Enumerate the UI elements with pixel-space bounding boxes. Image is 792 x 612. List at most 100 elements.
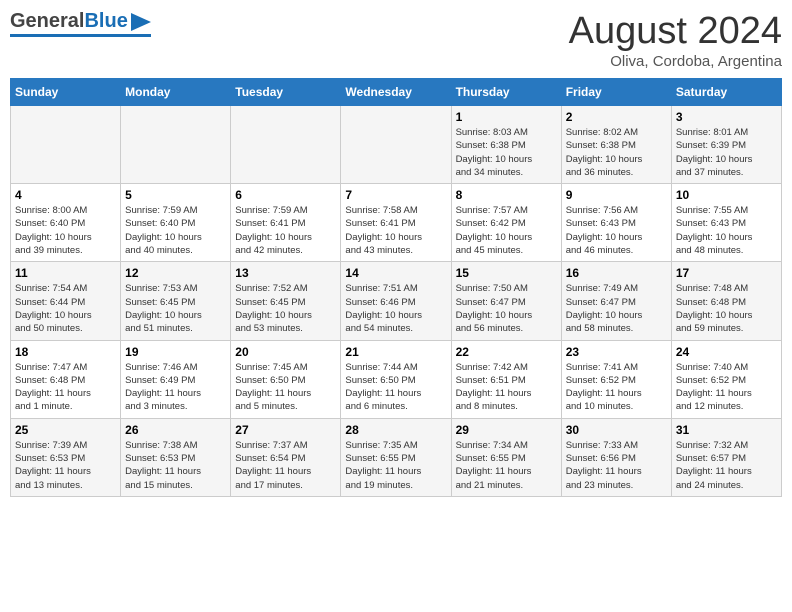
day-info: Sunrise: 7:34 AM Sunset: 6:55 PM Dayligh…	[456, 439, 557, 492]
calendar-week-row: 4Sunrise: 8:00 AM Sunset: 6:40 PM Daylig…	[11, 184, 782, 262]
day-number: 16	[566, 266, 667, 280]
logo: General Blue	[10, 10, 151, 37]
day-info: Sunrise: 8:00 AM Sunset: 6:40 PM Dayligh…	[15, 204, 116, 257]
calendar-cell: 25 Sunrise: 7:39 AM Sunset: 6:53 PM Dayli…	[11, 418, 121, 496]
calendar-cell: 6Sunrise: 7:59 AM Sunset: 6:41 PM Daylig…	[231, 184, 341, 262]
day-info: Sunrise: 7:40 AM Sunset: 6:52 PM Dayligh…	[676, 361, 777, 414]
day-number: 22	[456, 345, 557, 359]
calendar-cell: 19 Sunrise: 7:46 AM Sunset: 6:49 PM Dayli…	[121, 340, 231, 418]
calendar-cell: 26 Sunrise: 7:38 AM Sunset: 6:53 PM Dayli…	[121, 418, 231, 496]
logo-general-text: General	[10, 10, 84, 33]
day-info: Sunrise: 7:59 AM Sunset: 6:41 PM Dayligh…	[235, 204, 336, 257]
calendar-week-row: 25 Sunrise: 7:39 AM Sunset: 6:53 PM Dayli…	[11, 418, 782, 496]
day-number: 13	[235, 266, 336, 280]
calendar-cell: 21 Sunrise: 7:44 AM Sunset: 6:50 PM Dayli…	[341, 340, 451, 418]
calendar-cell: 7Sunrise: 7:58 AM Sunset: 6:41 PM Daylig…	[341, 184, 451, 262]
day-number: 7	[345, 188, 446, 202]
day-info: Sunrise: 7:53 AM Sunset: 6:45 PM Dayligh…	[125, 282, 226, 335]
calendar-week-row: 18Sunrise: 7:47 AM Sunset: 6:48 PM Dayli…	[11, 340, 782, 418]
calendar-cell: 31 Sunrise: 7:32 AM Sunset: 6:57 PM Dayli…	[671, 418, 781, 496]
calendar-header-row: SundayMondayTuesdayWednesdayThursdayFrid…	[11, 79, 782, 106]
day-number: 29	[456, 423, 557, 437]
calendar-cell: 1Sunrise: 8:03 AM Sunset: 6:38 PM Daylig…	[451, 106, 561, 184]
calendar-header-friday: Friday	[561, 79, 671, 106]
calendar-cell: 15 Sunrise: 7:50 AM Sunset: 6:47 PM Dayli…	[451, 262, 561, 340]
logo-arrow-icon	[131, 13, 151, 31]
day-number: 5	[125, 188, 226, 202]
day-info: Sunrise: 7:46 AM Sunset: 6:49 PM Dayligh…	[125, 361, 226, 414]
day-info: Sunrise: 7:50 AM Sunset: 6:47 PM Dayligh…	[456, 282, 557, 335]
calendar-cell: 22 Sunrise: 7:42 AM Sunset: 6:51 PM Dayli…	[451, 340, 561, 418]
day-info: Sunrise: 7:44 AM Sunset: 6:50 PM Dayligh…	[345, 361, 446, 414]
calendar-cell: 5Sunrise: 7:59 AM Sunset: 6:40 PM Daylig…	[121, 184, 231, 262]
day-info: Sunrise: 7:39 AM Sunset: 6:53 PM Dayligh…	[15, 439, 116, 492]
day-number: 2	[566, 110, 667, 124]
day-info: Sunrise: 7:54 AM Sunset: 6:44 PM Dayligh…	[15, 282, 116, 335]
day-number: 12	[125, 266, 226, 280]
calendar-cell: 9 Sunrise: 7:56 AM Sunset: 6:43 PM Daylig…	[561, 184, 671, 262]
day-number: 24	[676, 345, 777, 359]
day-number: 14	[345, 266, 446, 280]
day-number: 26	[125, 423, 226, 437]
day-number: 1	[456, 110, 557, 124]
month-year-title: August 2024	[569, 10, 782, 53]
day-number: 31	[676, 423, 777, 437]
calendar-cell: 14 Sunrise: 7:51 AM Sunset: 6:46 PM Dayli…	[341, 262, 451, 340]
calendar-cell: 20 Sunrise: 7:45 AM Sunset: 6:50 PM Dayli…	[231, 340, 341, 418]
logo-blue-text: Blue	[84, 10, 127, 33]
calendar-cell	[341, 106, 451, 184]
day-number: 23	[566, 345, 667, 359]
calendar-cell: 8Sunrise: 7:57 AM Sunset: 6:42 PM Daylig…	[451, 184, 561, 262]
day-info: Sunrise: 7:45 AM Sunset: 6:50 PM Dayligh…	[235, 361, 336, 414]
location-subtitle: Oliva, Cordoba, Argentina	[569, 53, 782, 70]
calendar-header-saturday: Saturday	[671, 79, 781, 106]
day-number: 25	[15, 423, 116, 437]
calendar-cell: 11 Sunrise: 7:54 AM Sunset: 6:44 PM Dayli…	[11, 262, 121, 340]
day-info: Sunrise: 7:32 AM Sunset: 6:57 PM Dayligh…	[676, 439, 777, 492]
day-number: 20	[235, 345, 336, 359]
calendar-cell: 30Sunrise: 7:33 AM Sunset: 6:56 PM Dayli…	[561, 418, 671, 496]
calendar-header-sunday: Sunday	[11, 79, 121, 106]
calendar-cell: 4Sunrise: 8:00 AM Sunset: 6:40 PM Daylig…	[11, 184, 121, 262]
day-info: Sunrise: 7:37 AM Sunset: 6:54 PM Dayligh…	[235, 439, 336, 492]
day-info: Sunrise: 7:52 AM Sunset: 6:45 PM Dayligh…	[235, 282, 336, 335]
day-info: Sunrise: 7:49 AM Sunset: 6:47 PM Dayligh…	[566, 282, 667, 335]
day-number: 8	[456, 188, 557, 202]
day-info: Sunrise: 8:02 AM Sunset: 6:38 PM Dayligh…	[566, 126, 667, 179]
day-number: 27	[235, 423, 336, 437]
calendar-cell: 3 Sunrise: 8:01 AM Sunset: 6:39 PM Daylig…	[671, 106, 781, 184]
calendar-header-monday: Monday	[121, 79, 231, 106]
calendar-cell: 10 Sunrise: 7:55 AM Sunset: 6:43 PM Dayli…	[671, 184, 781, 262]
calendar-week-row: 1Sunrise: 8:03 AM Sunset: 6:38 PM Daylig…	[11, 106, 782, 184]
day-number: 19	[125, 345, 226, 359]
calendar-cell: 27 Sunrise: 7:37 AM Sunset: 6:54 PM Dayli…	[231, 418, 341, 496]
day-number: 21	[345, 345, 446, 359]
day-number: 17	[676, 266, 777, 280]
calendar-cell: 2 Sunrise: 8:02 AM Sunset: 6:38 PM Daylig…	[561, 106, 671, 184]
day-info: Sunrise: 7:48 AM Sunset: 6:48 PM Dayligh…	[676, 282, 777, 335]
title-section: August 2024 Oliva, Cordoba, Argentina	[569, 10, 782, 70]
day-number: 10	[676, 188, 777, 202]
calendar-cell: 28Sunrise: 7:35 AM Sunset: 6:55 PM Dayli…	[341, 418, 451, 496]
calendar-header-tuesday: Tuesday	[231, 79, 341, 106]
day-number: 30	[566, 423, 667, 437]
calendar-cell	[231, 106, 341, 184]
calendar-cell: 29 Sunrise: 7:34 AM Sunset: 6:55 PM Dayli…	[451, 418, 561, 496]
day-info: Sunrise: 7:38 AM Sunset: 6:53 PM Dayligh…	[125, 439, 226, 492]
calendar-cell: 12 Sunrise: 7:53 AM Sunset: 6:45 PM Dayli…	[121, 262, 231, 340]
calendar-table: SundayMondayTuesdayWednesdayThursdayFrid…	[10, 78, 782, 497]
calendar-cell	[121, 106, 231, 184]
day-number: 11	[15, 266, 116, 280]
day-number: 18	[15, 345, 116, 359]
day-info: Sunrise: 8:01 AM Sunset: 6:39 PM Dayligh…	[676, 126, 777, 179]
day-info: Sunrise: 7:51 AM Sunset: 6:46 PM Dayligh…	[345, 282, 446, 335]
day-info: Sunrise: 7:35 AM Sunset: 6:55 PM Dayligh…	[345, 439, 446, 492]
day-info: Sunrise: 7:55 AM Sunset: 6:43 PM Dayligh…	[676, 204, 777, 257]
day-number: 15	[456, 266, 557, 280]
day-info: Sunrise: 7:42 AM Sunset: 6:51 PM Dayligh…	[456, 361, 557, 414]
day-number: 9	[566, 188, 667, 202]
calendar-cell	[11, 106, 121, 184]
day-number: 3	[676, 110, 777, 124]
calendar-week-row: 11 Sunrise: 7:54 AM Sunset: 6:44 PM Dayli…	[11, 262, 782, 340]
day-info: Sunrise: 7:56 AM Sunset: 6:43 PM Dayligh…	[566, 204, 667, 257]
